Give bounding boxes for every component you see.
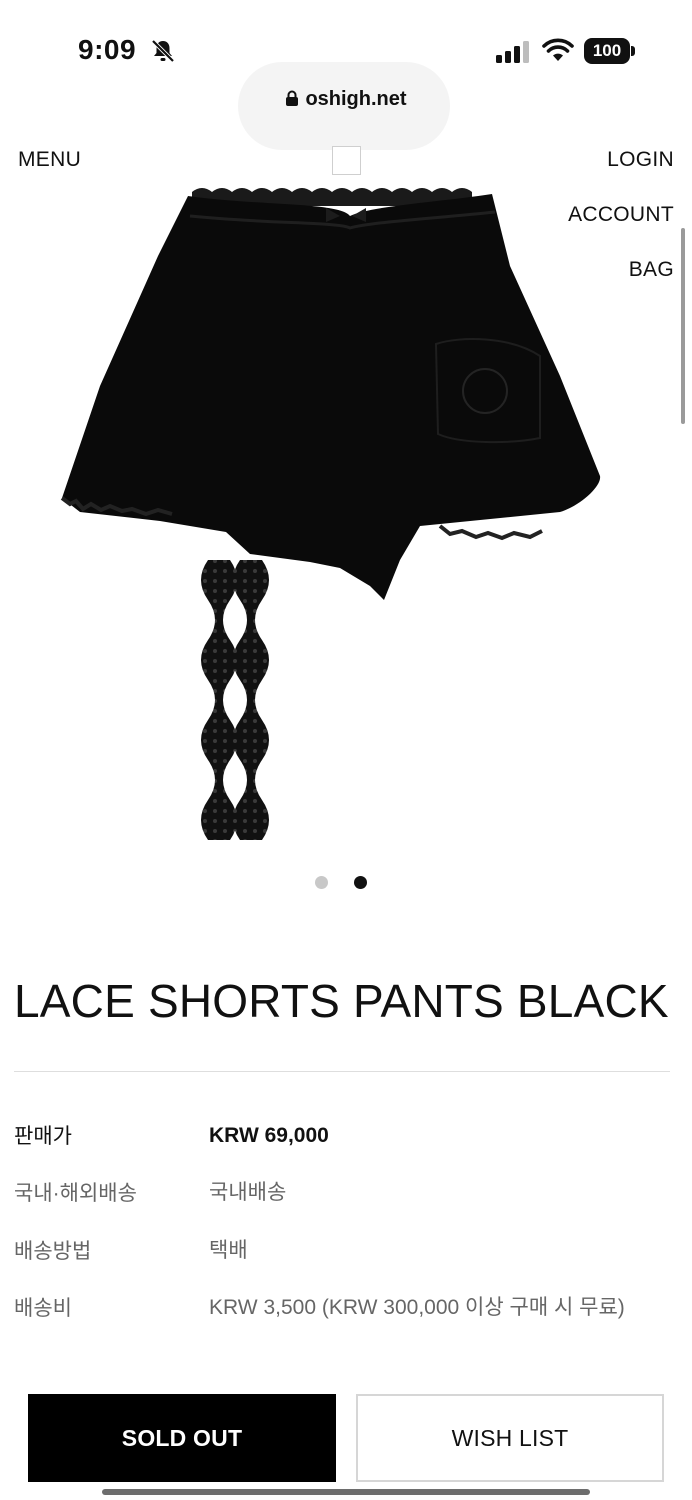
wish-list-button[interactable]: WISH LIST: [356, 1394, 664, 1482]
carousel-dot-1[interactable]: [315, 876, 328, 889]
info-value: KRW 3,500 (KRW 300,000 이상 구매 시 무료): [209, 1296, 625, 1319]
bell-slash-icon: [151, 39, 175, 63]
info-label: 국내·해외배송: [14, 1182, 137, 1205]
info-label: 배송방법: [14, 1240, 92, 1263]
site-logo[interactable]: [332, 146, 361, 175]
cellular-signal-icon: [496, 41, 529, 63]
battery-icon: 100: [584, 38, 636, 64]
info-value: KRW 69,000: [209, 1124, 329, 1147]
wifi-icon: [542, 38, 574, 61]
info-label: 판매가: [14, 1125, 72, 1148]
address-bar[interactable]: oshigh.net: [0, 88, 692, 111]
carousel-dot-2-active[interactable]: [354, 876, 367, 889]
sold-out-button[interactable]: SOLD OUT: [28, 1394, 336, 1482]
home-indicator[interactable]: [102, 1489, 590, 1495]
scrollbar[interactable]: [681, 228, 685, 424]
battery-level: 100: [584, 38, 630, 64]
login-link[interactable]: LOGIN: [607, 148, 674, 172]
product-image[interactable]: [40, 176, 640, 840]
lock-icon: [286, 90, 299, 106]
info-label: 배송비: [14, 1297, 72, 1320]
url-text: oshigh.net: [305, 88, 407, 110]
status-time: 9:09: [78, 34, 137, 65]
divider: [14, 1071, 670, 1072]
menu-link[interactable]: MENU: [18, 148, 81, 172]
product-title: LACE SHORTS PANTS BLACK: [14, 975, 669, 1027]
info-value: 국내배송: [209, 1181, 287, 1204]
info-value: 택배: [209, 1239, 248, 1262]
